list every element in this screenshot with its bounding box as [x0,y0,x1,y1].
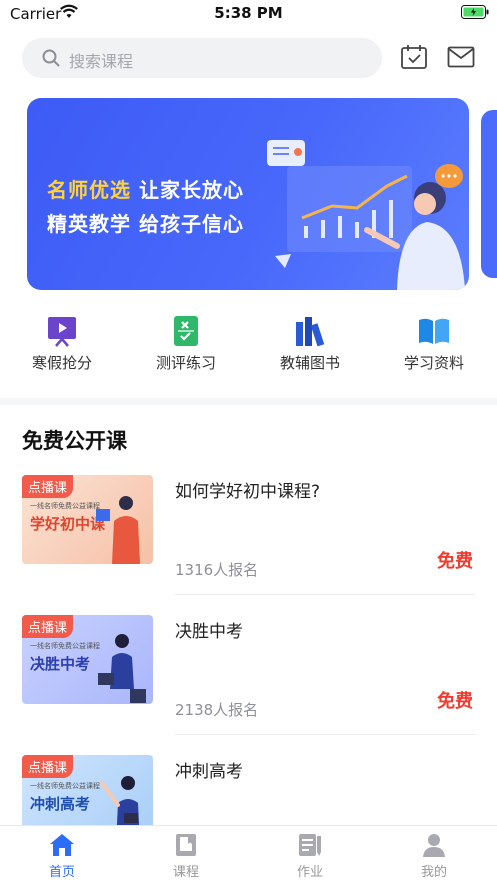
divider [175,594,475,595]
mail-icon[interactable] [447,46,475,68]
quick-nav-label: 学习资料 [403,354,464,372]
course-thumbnail: 点播课 一线名师免费公益课程 冲刺高考 [22,755,153,825]
course-thumbnail: 点播课 一线名师免费公益课程 学好初中课 [22,475,153,564]
profile-icon [423,834,445,857]
quick-nav-winter-boost[interactable]: 寒假抢分 [0,308,124,388]
thumbnail-title: 冲刺高考 [30,795,91,813]
course-title: 冲刺高考 [175,762,243,782]
quick-nav-assessment[interactable]: 测评练习 [124,308,248,388]
vod-tag: 点播课 [22,475,74,498]
price-label: 免费 [437,691,473,712]
vod-tag: 点播课 [22,615,74,638]
quick-nav-label: 教辅图书 [279,354,340,372]
banner-subline: 精英教学 给孩子信心 [47,212,244,236]
free-courses-section: 免费公开课 点播课 一线名师免费公益课程 学好初中课 如何学好初中课程? 131… [0,405,497,825]
tab-homework[interactable]: 作业 [248,826,372,883]
student-illustration [100,776,140,825]
tab-courses[interactable]: 课程 [124,826,248,883]
tab-label: 首页 [48,865,75,880]
thumbnail-subtitle: 一线名师免费公益课程 [30,502,100,510]
banner-headline-rest: 让家长放心 [138,178,244,202]
banner-highlight: 名师优选 [47,178,131,202]
calendar-check-icon[interactable] [400,43,428,71]
status-time: 5:38 PM [214,4,283,22]
thumbnail-subtitle: 一线名师免费公益课程 [30,642,100,650]
enrollment-count: 2138人报名 [175,701,259,719]
next-banner-peek[interactable] [481,110,497,278]
promo-banner[interactable]: 名师优选 让家长放心 精英教学 给孩子信心 [27,98,469,290]
presentation-play-icon [48,317,76,347]
divider [175,734,475,735]
status-bar: Carrier 5:38 PM [0,0,497,28]
top-area: 搜索课程 名师优选 让家长放心 精英教学 给孩子信心 寒假抢分 测评练习 教辅图… [0,28,497,398]
thumbnail-subtitle: 一线名师免费公益课程 [30,782,100,790]
search-placeholder: 搜索课程 [69,52,134,71]
quick-nav-books[interactable]: 教辅图书 [248,308,372,388]
section-title: 免费公开课 [22,429,127,453]
books-icon [296,317,325,347]
student-illustration [98,634,146,703]
teacher-illustration [267,140,465,290]
tab-profile[interactable]: 我的 [372,826,496,883]
course-item[interactable]: 点播课 一线名师免费公益课程 冲刺高考 冲刺高考 [0,755,497,825]
course-title: 如何学好初中课程? [175,482,321,502]
course-thumbnail: 点播课 一线名师免费公益课程 决胜中考 [22,615,153,704]
course-item[interactable]: 点播课 一线名师免费公益课程 学好初中课 如何学好初中课程? 1316人报名 免… [0,475,497,615]
quick-nav-label: 寒假抢分 [31,354,92,372]
tab-home[interactable]: 首页 [0,826,124,883]
tab-bar: 首页 课程 作业 我的 [0,825,497,883]
home-icon [50,834,74,856]
quick-nav-label: 测评练习 [155,354,216,372]
search-input[interactable]: 搜索课程 [22,38,382,78]
homework-icon [299,834,321,856]
banner-headline: 名师优选 让家长放心 [47,174,244,203]
open-book-icon [419,318,449,344]
tab-label: 课程 [172,865,199,880]
student-illustration [96,496,140,564]
quick-nav: 寒假抢分 测评练习 教辅图书 学习资料 [0,308,497,388]
quick-nav-materials[interactable]: 学习资料 [372,308,496,388]
course-book-icon [176,834,196,856]
vod-tag: 点播课 [22,755,74,778]
exercise-sheet-icon [174,316,198,346]
thumbnail-title: 决胜中考 [30,655,91,673]
search-icon [42,49,60,67]
enrollment-count: 1316人报名 [175,561,259,579]
tab-label: 我的 [420,865,447,880]
battery-icon [461,5,489,19]
course-item[interactable]: 点播课 一线名师免费公益课程 决胜中考 决胜中考 2138人报名 免费 [0,615,497,755]
price-label: 免费 [437,551,473,572]
tab-label: 作业 [296,865,323,880]
course-title: 决胜中考 [175,622,243,642]
